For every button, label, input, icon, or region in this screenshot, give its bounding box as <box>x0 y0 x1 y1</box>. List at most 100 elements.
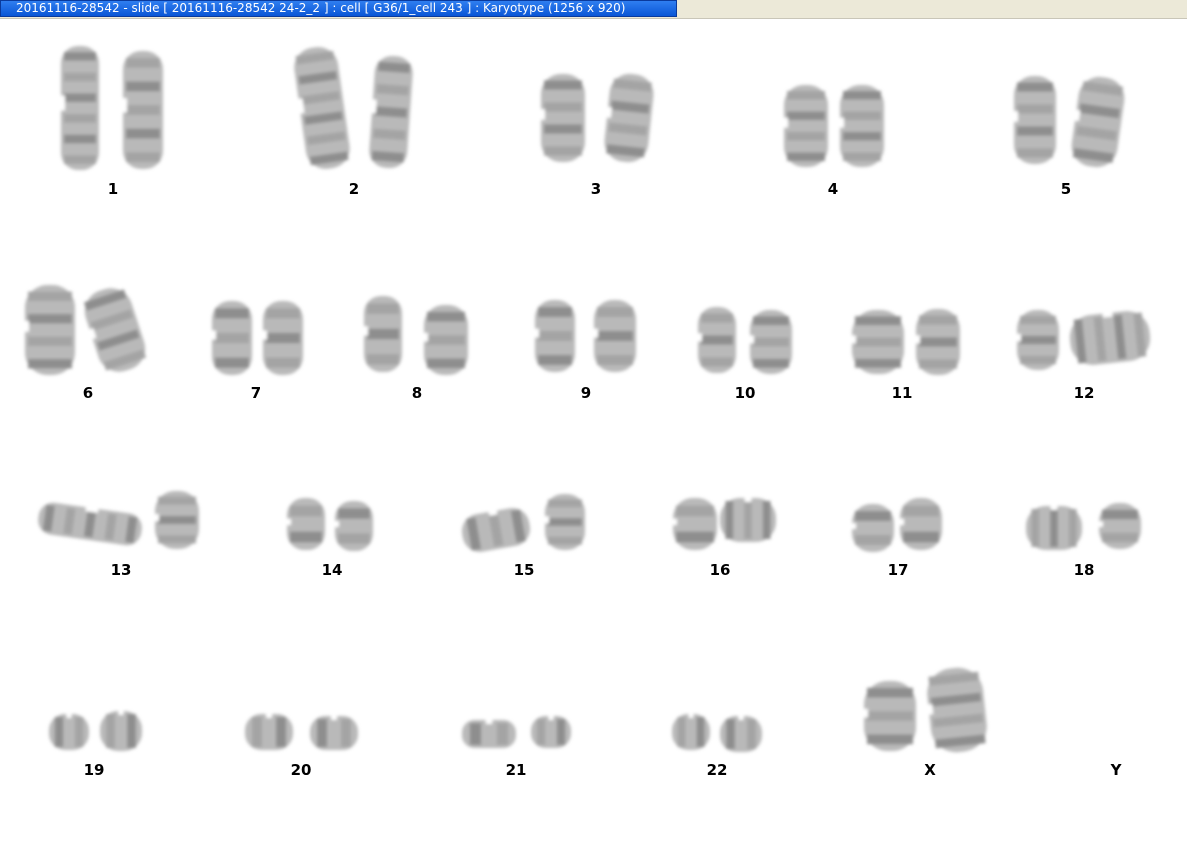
chromosome-pair-14[interactable] <box>285 498 373 551</box>
chromosome-pair-17[interactable] <box>850 498 942 552</box>
chromosome-band <box>544 124 582 134</box>
chromosome-homolog <box>604 73 654 163</box>
chromosome-pair-19[interactable] <box>49 709 142 751</box>
centromere-notch <box>862 709 868 718</box>
centromere-notch <box>688 712 694 718</box>
chromosome-homolog <box>245 712 293 750</box>
chromosome-band <box>126 81 160 92</box>
chromosome-pair-18[interactable] <box>1026 503 1141 550</box>
chromosome-label-2: 2 <box>349 180 359 198</box>
chromosome-band <box>548 536 582 545</box>
chromosome-band <box>753 316 789 326</box>
centromere-notch <box>604 106 613 118</box>
chromosome-homolog <box>748 310 792 374</box>
window-title-tab[interactable]: 20161116-28542 - slide [ 20161116-28542 … <box>0 0 677 17</box>
centromere-notch <box>782 117 788 128</box>
chromosome-band <box>1020 355 1056 365</box>
chromosome-pair-21[interactable] <box>462 714 571 748</box>
chromosome-band <box>341 719 351 747</box>
chromosome-homolog <box>696 307 736 373</box>
chromosome-band <box>556 719 566 745</box>
chromosome-band <box>290 531 322 543</box>
centromere-notch <box>422 333 428 342</box>
centromere-notch <box>671 518 677 526</box>
centromere-notch <box>369 99 377 114</box>
chromosome-pair-X[interactable] <box>862 665 989 755</box>
centromere-notch <box>66 712 72 718</box>
centromere-notch <box>333 521 339 527</box>
chromosome-pair-1[interactable] <box>59 46 163 170</box>
chromosome-label-9: 9 <box>581 384 591 402</box>
chromosome-pair-12[interactable] <box>1015 307 1152 370</box>
chromosome-pair-4[interactable] <box>782 85 884 167</box>
chromosome-band <box>597 307 633 317</box>
chromosome-homolog <box>261 301 303 375</box>
chromosome-homolog <box>210 301 252 375</box>
chromosome-pair-22[interactable] <box>672 712 762 752</box>
chromosome-pair-15[interactable] <box>459 494 585 555</box>
chromosome-band <box>367 303 399 314</box>
chromosome-band <box>496 723 509 745</box>
chromosome-band <box>317 719 327 747</box>
window-title: 20161116-28542 - slide [ 20161116-28542 … <box>16 1 626 15</box>
chromosome-band <box>1031 509 1040 547</box>
chromosome-band <box>701 335 733 345</box>
window-titlebar: 20161116-28542 - slide [ 20161116-28542 … <box>0 0 1187 19</box>
chromosome-label-12: 12 <box>1074 384 1095 402</box>
centromere-notch <box>285 518 291 526</box>
chromosome-label-Y: Y <box>1110 761 1123 779</box>
chromosome-label-14: 14 <box>322 561 343 579</box>
chromosome-homolog <box>462 718 516 748</box>
chromosome-homolog <box>422 305 468 375</box>
chromosome-band <box>597 355 633 365</box>
chromosome-label-8: 8 <box>412 384 422 402</box>
chromosome-band <box>106 714 115 748</box>
chromosome-band <box>676 531 714 543</box>
chromosome-pair-16[interactable] <box>671 496 776 550</box>
chromosome-band <box>28 314 72 324</box>
chromosome-band <box>64 155 96 164</box>
chromosome-homolog <box>1026 504 1082 550</box>
chromosome-band <box>753 358 789 368</box>
chromosome-label-13: 13 <box>111 561 132 579</box>
chromosome-pair-7[interactable] <box>210 301 303 375</box>
chromosome-band <box>753 337 789 347</box>
centromere-notch <box>548 714 554 720</box>
centromere-notch <box>485 718 493 724</box>
chromosome-pair-10[interactable] <box>696 307 792 374</box>
chromosome-pair-6[interactable] <box>23 283 151 378</box>
chromosome-homolog <box>369 55 413 169</box>
centromere-notch <box>153 514 159 522</box>
chromosome-pair-13[interactable] <box>36 491 199 549</box>
chromosome-band <box>903 531 939 543</box>
chromosome-band <box>1020 335 1056 345</box>
chromosome-band <box>548 499 582 508</box>
chromosome-pair-11[interactable] <box>850 309 960 375</box>
chromosome-band <box>127 714 136 748</box>
chromosome-band <box>266 332 300 344</box>
chromosome-pair-20[interactable] <box>245 712 358 750</box>
centromere-notch <box>1097 521 1103 527</box>
chromosome-band <box>677 717 686 747</box>
centromere-notch <box>1012 111 1018 122</box>
chromosome-pair-5[interactable] <box>1012 74 1127 170</box>
chromosome-band <box>787 131 825 141</box>
chromosome-pair-8[interactable] <box>362 296 468 375</box>
chromosome-band <box>276 717 286 747</box>
chromosome-pair-3[interactable] <box>539 72 655 164</box>
chromosome-homolog <box>285 498 325 550</box>
chromosome-homolog <box>121 51 163 169</box>
chromosome-band <box>427 311 465 322</box>
chromosome-homolog <box>838 85 884 167</box>
chromosome-band <box>544 80 582 90</box>
chromosome-pair-2[interactable] <box>290 45 414 172</box>
centromere-notch <box>543 516 549 524</box>
chromosome-band <box>290 505 322 517</box>
chromosome-band <box>64 52 96 61</box>
centromere-notch <box>121 98 127 113</box>
centromere-notch <box>331 714 337 720</box>
chromosome-homolog <box>850 504 894 552</box>
chromosome-label-5: 5 <box>1061 180 1071 198</box>
chromosome-band <box>787 90 825 100</box>
chromosome-pair-9[interactable] <box>533 300 636 372</box>
